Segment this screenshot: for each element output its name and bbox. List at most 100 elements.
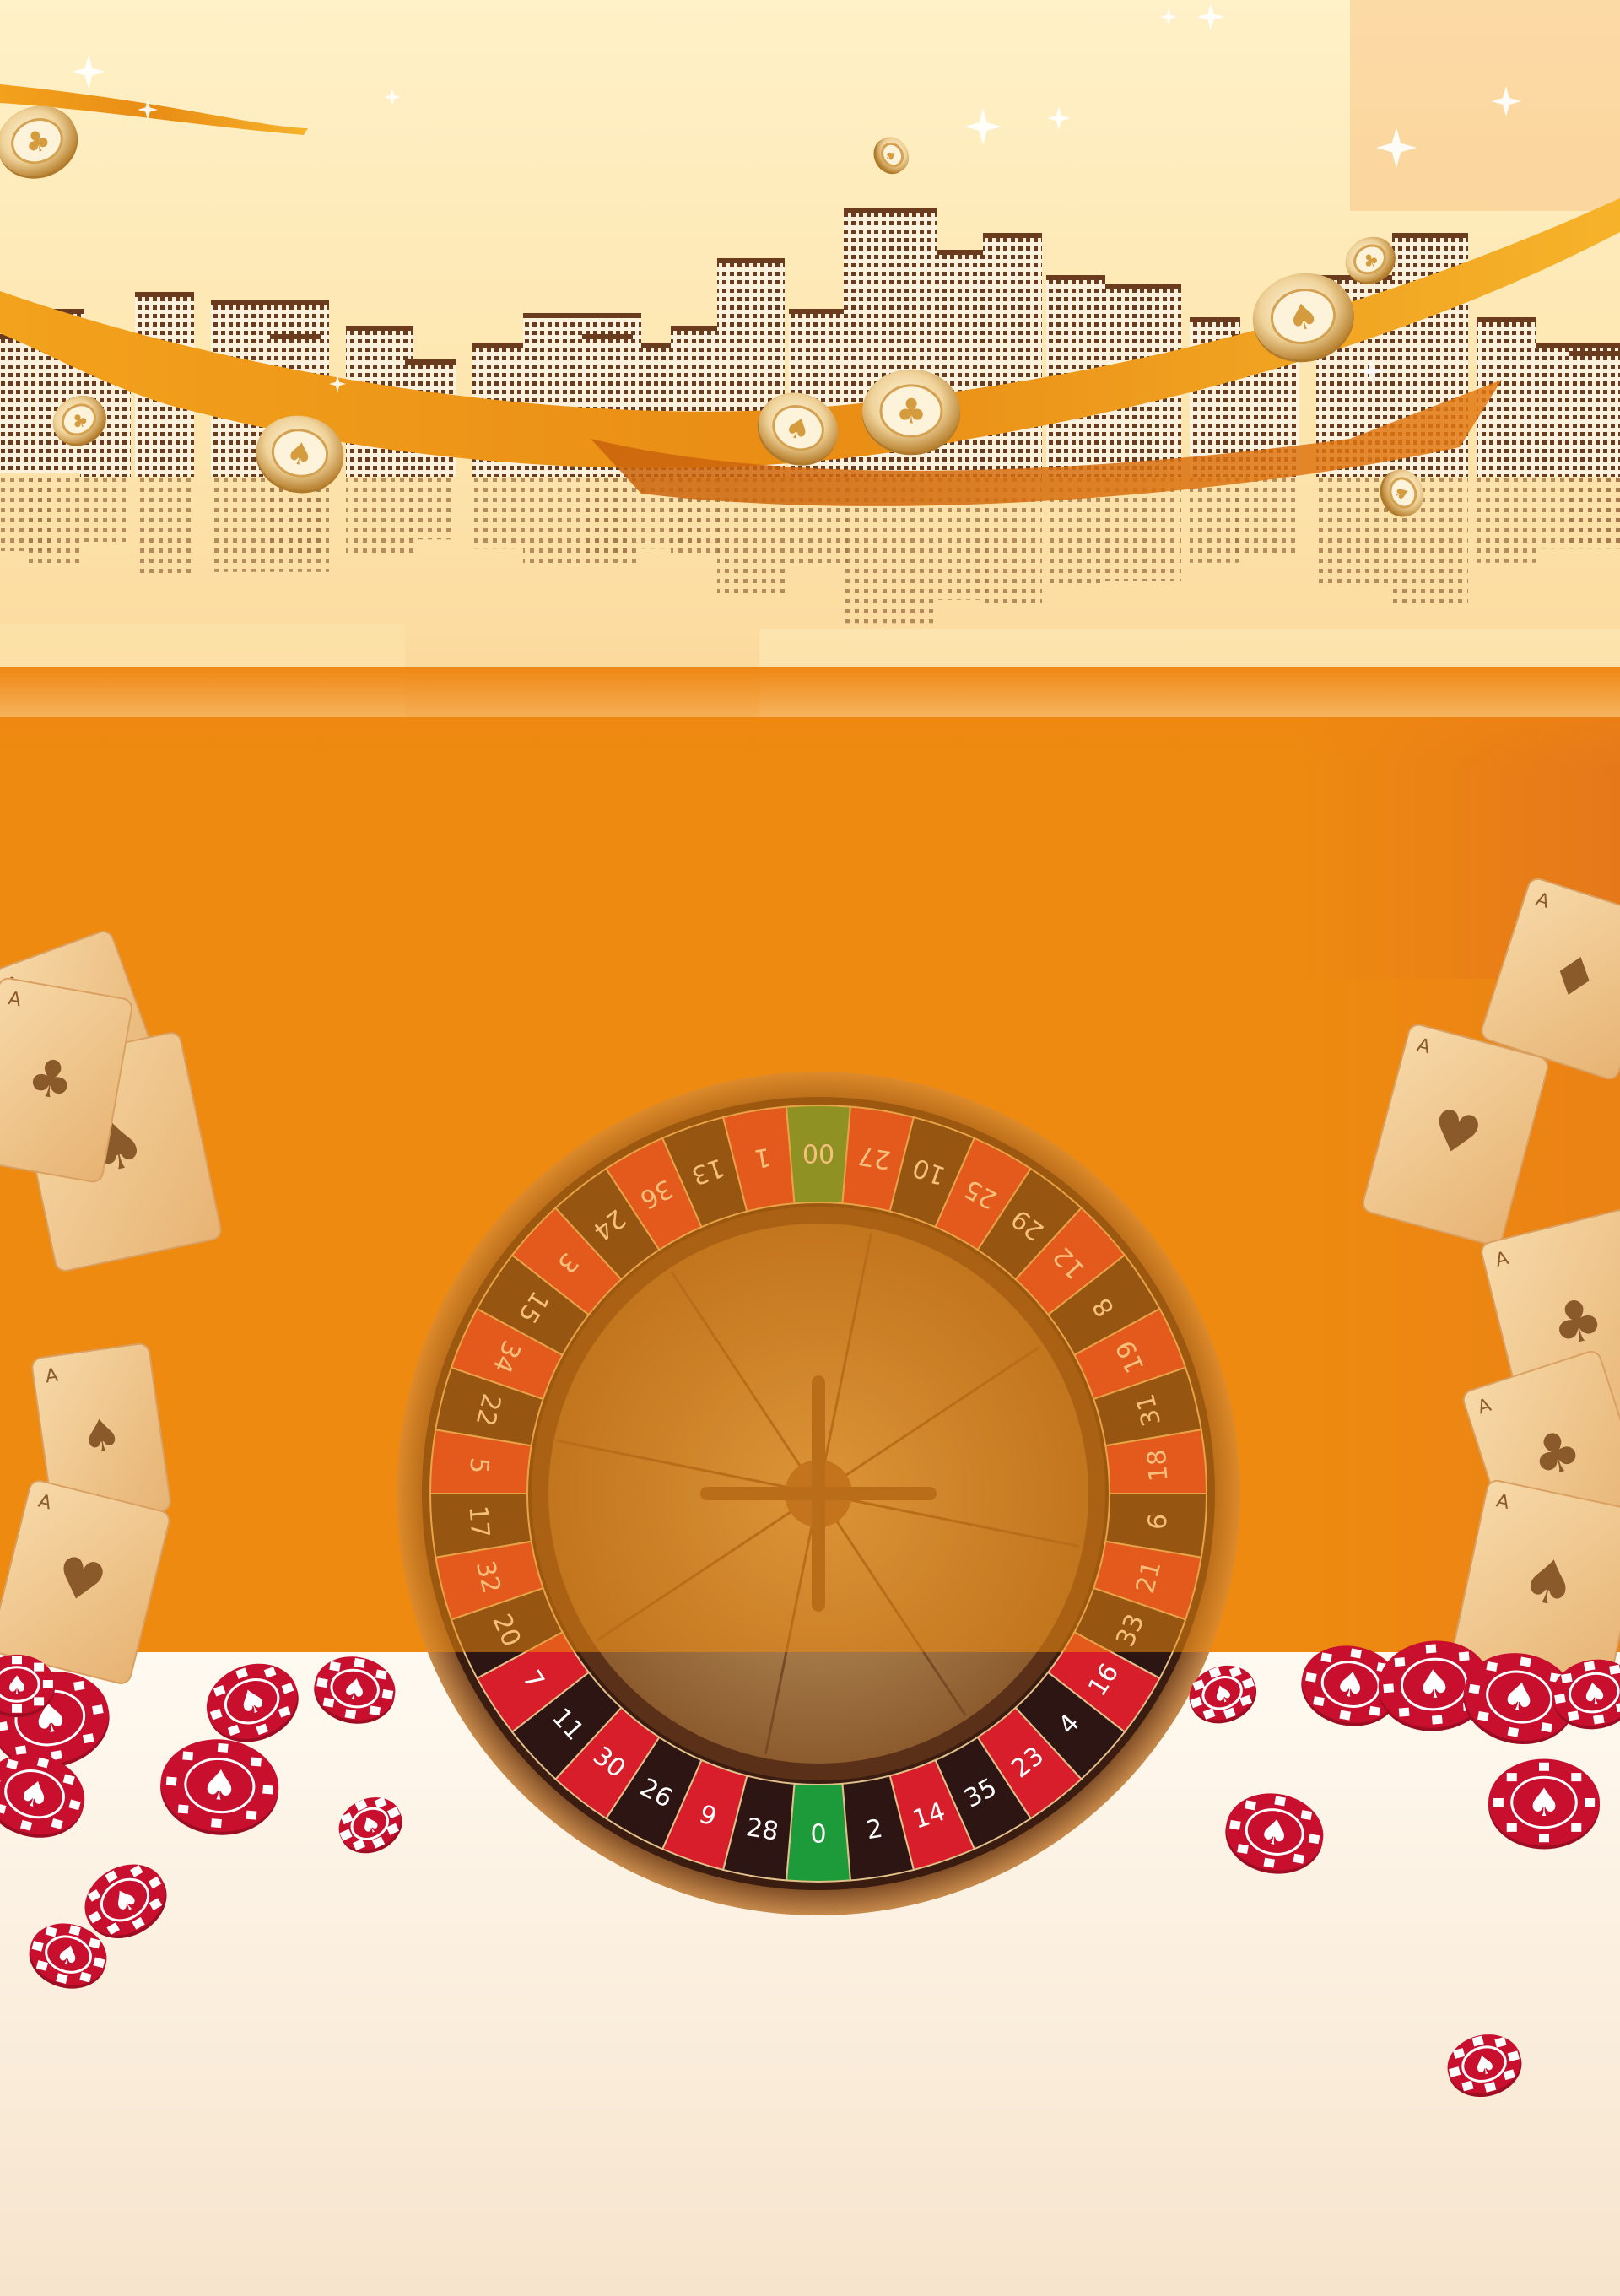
building-roof (1190, 317, 1240, 322)
building-roof (717, 258, 785, 263)
chip-stripe (1350, 1648, 1362, 1659)
chip-stripe (34, 1697, 45, 1706)
chip-stripe (1493, 1798, 1504, 1807)
chip-stripe (1571, 1773, 1582, 1782)
chip-stripe (165, 1776, 177, 1786)
chip-stripe (92, 1704, 104, 1715)
chip-stripe (1431, 1715, 1443, 1725)
chip-stripe (1520, 1656, 1531, 1667)
building-roof (937, 250, 987, 255)
chip-stripe (182, 1751, 194, 1761)
building-roof (211, 300, 329, 305)
chip-stripe (1313, 1696, 1325, 1707)
building-roof (789, 309, 848, 314)
spade-icon: ♠ (1526, 1780, 1561, 1825)
chip-stripe (73, 1680, 85, 1691)
chip-stripe (1369, 1705, 1381, 1716)
chip-stripe (1394, 1657, 1406, 1667)
sky-warm-corner (1350, 0, 1620, 211)
chip-stripe (1506, 1773, 1517, 1782)
chip-stripe (1539, 1762, 1549, 1771)
chip-stripe (1571, 1823, 1582, 1832)
banner-overlay (0, 979, 1620, 1652)
building-roof (1046, 275, 1105, 280)
building-roof (671, 326, 721, 331)
building (1569, 354, 1620, 477)
chip-stripe (1477, 1710, 1489, 1721)
building-roof (983, 233, 1042, 238)
chip-stripe (316, 1677, 328, 1688)
gold-chip: ♣ (862, 369, 960, 456)
chip-stripe (83, 1733, 94, 1744)
chip-stripe (1398, 1707, 1410, 1717)
banner-glow (0, 667, 1620, 768)
chip-stripe (1567, 1710, 1580, 1721)
chip-stripe (1458, 1651, 1470, 1661)
building-reflection (1232, 477, 1299, 554)
building-roof (135, 292, 194, 297)
club-icon: ♣ (896, 392, 927, 432)
chip-stripe (1383, 1683, 1395, 1694)
chip-stripe (1486, 1661, 1498, 1672)
building-roof (270, 334, 321, 339)
building-roof (1105, 284, 1181, 289)
building-reflection (582, 477, 633, 554)
chip-stripe (1320, 1652, 1332, 1663)
chip-stripe (177, 1804, 189, 1814)
chip-stripe (1293, 1853, 1305, 1864)
building-roof (1477, 317, 1536, 322)
casino-poster: 0289263011720321752234153243613100271025… (0, 0, 1620, 2296)
chip-stripe (344, 1709, 357, 1720)
chip-stripe (1237, 1844, 1249, 1855)
chip-stripe (1583, 1661, 1596, 1672)
building-reflection (135, 477, 194, 577)
chip-stripe (211, 1818, 222, 1829)
building (983, 236, 1042, 477)
chip-stripe (1507, 1726, 1520, 1737)
chip-stripe (217, 1742, 229, 1753)
chip-stripe (1506, 1823, 1517, 1832)
chip-stripe (1245, 1800, 1256, 1811)
chip-stripe (375, 1669, 387, 1680)
building-roof (582, 334, 633, 339)
chip-stripe (322, 1697, 335, 1708)
chip-stripe (42, 1680, 53, 1688)
building-reflection (1477, 477, 1536, 563)
building-roof (1569, 351, 1620, 356)
chip-stripe (246, 1810, 257, 1820)
chip-stripe (1585, 1798, 1596, 1807)
chip-stripe (369, 1705, 381, 1716)
chip-stripe (12, 1704, 22, 1713)
building-reflection (405, 477, 456, 540)
chip-stripe (251, 1757, 262, 1767)
building-reflection (80, 477, 131, 542)
building-reflection (346, 477, 413, 559)
chip-stripe (1554, 1694, 1566, 1704)
chip-stripe (1339, 1710, 1352, 1721)
chip-stripe (1593, 1714, 1605, 1725)
spade-icon: ♠ (1415, 1660, 1454, 1708)
chip-stripe (1609, 1664, 1620, 1675)
chip-stripe (262, 1785, 273, 1795)
chip-stripe (1425, 1644, 1437, 1654)
chip-stripe (1541, 1722, 1552, 1733)
building-roof (523, 313, 641, 318)
chip-stripe (1561, 1672, 1573, 1683)
chip-stripe (1229, 1819, 1241, 1830)
chip-stripe (1305, 1672, 1317, 1683)
red-chip: ♠ (1488, 1758, 1600, 1850)
building-reflection (1569, 477, 1620, 544)
chip-stripe (1308, 1834, 1320, 1845)
spade-icon: ♠ (5, 1671, 29, 1701)
spade-icon: ♠ (199, 1760, 240, 1812)
chip-stripe (34, 1662, 45, 1672)
chip-stripe (1468, 1683, 1481, 1694)
building-reflection (25, 477, 84, 565)
building-roof (405, 359, 456, 365)
building-roof (346, 326, 413, 331)
building-reflection (472, 477, 523, 549)
chip-stripe (329, 1661, 341, 1672)
chip-stripe (1539, 1834, 1549, 1843)
building-roof (1392, 233, 1468, 238)
chip-stripe (354, 1657, 365, 1668)
